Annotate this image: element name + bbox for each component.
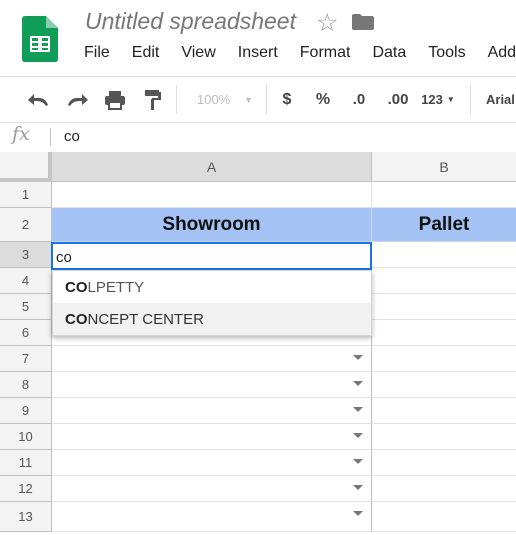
cell-b7[interactable]: [372, 346, 516, 372]
cell-a11-dropdown[interactable]: [52, 450, 372, 476]
decrease-decimal-button[interactable]: .0: [348, 77, 370, 122]
dropdown-arrow-icon[interactable]: [353, 485, 363, 490]
paint-format-button[interactable]: [140, 77, 166, 122]
toolbar: 100% ▼ $ % .0 .00 123 ▼ Arial: [0, 76, 516, 123]
cell-b6[interactable]: [372, 320, 516, 346]
autocomplete-option-highlighted[interactable]: CO NCEPT CENTER: [53, 303, 371, 335]
print-button[interactable]: [102, 77, 128, 122]
dropdown-arrow-icon[interactable]: [353, 407, 363, 412]
menu-format[interactable]: Format: [300, 44, 351, 62]
star-icon[interactable]: ☆: [316, 8, 338, 38]
cell-b2-pallet-header[interactable]: Pallet: [372, 208, 516, 242]
row-header-10[interactable]: 10: [0, 424, 52, 450]
paint-format-icon: [145, 89, 161, 110]
formula-input[interactable]: co: [64, 128, 80, 145]
cell-b4[interactable]: [372, 268, 516, 294]
undo-button[interactable]: [26, 77, 52, 122]
cell-b5[interactable]: [372, 294, 516, 320]
cell-a10-dropdown[interactable]: [52, 424, 372, 450]
menu-data[interactable]: Data: [372, 44, 406, 62]
select-all-corner[interactable]: [0, 152, 52, 182]
cell-b3[interactable]: [372, 242, 516, 268]
cell-a2-showroom-header[interactable]: Showroom: [52, 208, 372, 242]
cell-a12-dropdown[interactable]: [52, 476, 372, 502]
menu-view[interactable]: View: [181, 44, 215, 62]
more-formats-button[interactable]: 123 ▼: [420, 77, 456, 122]
cell-a8-dropdown[interactable]: [52, 372, 372, 398]
row-header-6[interactable]: 6: [0, 320, 52, 346]
row-header-12[interactable]: 12: [0, 476, 52, 502]
row-header-4[interactable]: 4: [0, 268, 52, 294]
folder-icon[interactable]: [352, 14, 374, 30]
menu-addons[interactable]: Add-o: [488, 44, 516, 62]
currency-button[interactable]: $: [278, 77, 296, 122]
cell-a7-dropdown[interactable]: [52, 346, 372, 372]
chevron-down-icon: ▼: [244, 94, 254, 105]
row-header-3[interactable]: 3: [0, 242, 52, 268]
cell-b1[interactable]: [372, 182, 516, 208]
cell-a9-dropdown[interactable]: [52, 398, 372, 424]
font-select[interactable]: Arial: [486, 77, 516, 122]
row-header-13[interactable]: 13: [0, 502, 52, 532]
row-header-8[interactable]: 8: [0, 372, 52, 398]
row-header-2[interactable]: 2: [0, 208, 52, 242]
toolbar-separator: [266, 85, 267, 114]
row-header-7[interactable]: 7: [0, 346, 52, 372]
toolbar-separator: [176, 85, 177, 114]
cell-b12[interactable]: [372, 476, 516, 502]
dropdown-arrow-icon[interactable]: [353, 511, 363, 516]
menu-tools[interactable]: Tools: [428, 44, 465, 62]
redo-button[interactable]: [64, 77, 90, 122]
chevron-down-icon: ▼: [446, 95, 455, 104]
row-header-11[interactable]: 11: [0, 450, 52, 476]
menu-insert[interactable]: Insert: [238, 44, 278, 62]
cell-b11[interactable]: [372, 450, 516, 476]
toolbar-separator: [470, 85, 471, 114]
dropdown-arrow-icon[interactable]: [353, 459, 363, 464]
cell-b10[interactable]: [372, 424, 516, 450]
increase-decimal-button[interactable]: .00: [384, 77, 412, 122]
redo-icon: [68, 93, 88, 106]
autocomplete-option[interactable]: CO LPETTY: [53, 271, 371, 303]
zoom-select[interactable]: 100% ▼: [190, 77, 260, 122]
undo-icon: [28, 93, 48, 106]
cell-b8[interactable]: [372, 372, 516, 398]
formula-separator: [50, 128, 51, 146]
sheets-logo[interactable]: [22, 16, 58, 62]
menu-file[interactable]: File: [84, 44, 110, 62]
cell-a1[interactable]: [52, 182, 372, 208]
active-cell-editor-a3[interactable]: co: [51, 242, 372, 270]
menu-bar: File Edit View Insert Format Data Tools …: [84, 44, 516, 62]
document-title[interactable]: Untitled spreadsheet: [85, 8, 296, 35]
row-header-9[interactable]: 9: [0, 398, 52, 424]
percent-button[interactable]: %: [313, 77, 333, 122]
cell-a13-dropdown[interactable]: [52, 502, 372, 532]
print-icon: [105, 90, 125, 110]
row-header-5[interactable]: 5: [0, 294, 52, 320]
row-header-1[interactable]: 1: [0, 182, 52, 208]
menu-edit[interactable]: Edit: [132, 44, 160, 62]
cell-b13[interactable]: [372, 502, 516, 532]
column-header-a[interactable]: A: [52, 152, 372, 182]
dropdown-arrow-icon[interactable]: [353, 355, 363, 360]
fx-icon: fx: [12, 123, 30, 145]
dropdown-arrow-icon[interactable]: [353, 381, 363, 386]
dropdown-arrow-icon[interactable]: [353, 433, 363, 438]
column-header-b[interactable]: B: [372, 152, 516, 182]
autocomplete-dropdown: CO LPETTY CO NCEPT CENTER: [52, 270, 372, 336]
cell-b9[interactable]: [372, 398, 516, 424]
